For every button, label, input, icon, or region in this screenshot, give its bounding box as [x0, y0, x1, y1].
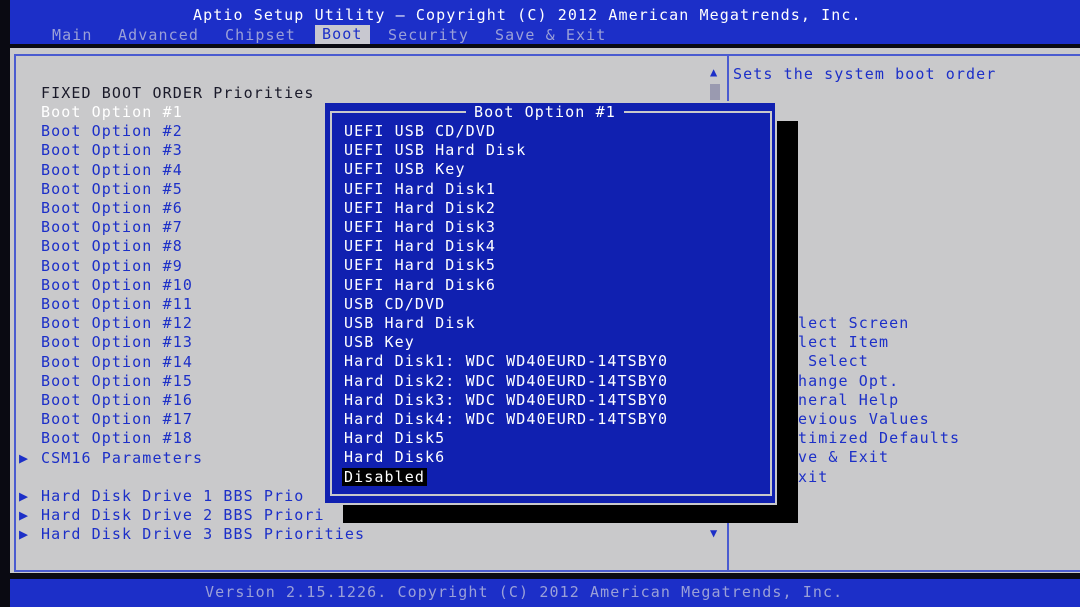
- boot-option-14[interactable]: Boot Option #14: [41, 353, 193, 371]
- boot-option-3[interactable]: Boot Option #3: [41, 141, 183, 159]
- boot-option-2[interactable]: Boot Option #2: [41, 122, 183, 140]
- popup-option[interactable]: USB Hard Disk: [344, 314, 476, 332]
- key-help-line: Select: [798, 352, 869, 371]
- popup-option[interactable]: USB CD/DVD: [344, 295, 445, 313]
- boot-option-12[interactable]: Boot Option #12: [41, 314, 193, 332]
- section-heading: FIXED BOOT ORDER Priorities: [41, 84, 315, 102]
- panel-border-bottom: [14, 570, 1080, 572]
- boot-option-18[interactable]: Boot Option #18: [41, 429, 193, 447]
- hdd2-bbs-priorities[interactable]: Hard Disk Drive 2 BBS Priori: [41, 506, 325, 524]
- popup-option[interactable]: Hard Disk2: WDC WD40EURD-14TSBY0: [344, 372, 668, 390]
- popup-option[interactable]: Hard Disk5: [344, 429, 445, 447]
- scroll-down-icon[interactable]: ▼: [710, 526, 718, 540]
- boot-option-1[interactable]: Boot Option #1: [41, 103, 183, 121]
- boot-option-7[interactable]: Boot Option #7: [41, 218, 183, 236]
- boot-option-16[interactable]: Boot Option #16: [41, 391, 193, 409]
- submenu-arrow-icon: ▶: [19, 487, 30, 505]
- scrollbar-thumb[interactable]: [710, 84, 720, 100]
- tab-save-exit[interactable]: Save & Exit: [495, 26, 606, 44]
- csm16-parameters[interactable]: CSM16 Parameters: [41, 449, 203, 467]
- submenu-arrow-icon: ▶: [19, 525, 30, 543]
- boot-option-8[interactable]: Boot Option #8: [41, 237, 183, 255]
- key-help-line: lect Screen: [798, 314, 910, 332]
- help-text: Sets the system boot order: [733, 65, 997, 83]
- boot-option-4[interactable]: Boot Option #4: [41, 161, 183, 179]
- popup-option[interactable]: Hard Disk3: WDC WD40EURD-14TSBY0: [344, 391, 668, 409]
- tab-main[interactable]: Main: [52, 26, 93, 44]
- boot-option-15[interactable]: Boot Option #15: [41, 372, 193, 390]
- popup-option[interactable]: UEFI USB Hard Disk: [344, 141, 526, 159]
- popup-option[interactable]: Hard Disk1: WDC WD40EURD-14TSBY0: [344, 352, 668, 370]
- boot-option-11[interactable]: Boot Option #11: [41, 295, 193, 313]
- boot-option-13[interactable]: Boot Option #13: [41, 333, 193, 351]
- popup-option[interactable]: UEFI USB Key: [344, 160, 466, 178]
- key-help-line: xit: [798, 467, 829, 486]
- footer-version: Version 2.15.1226. Copyright (C) 2012 Am…: [205, 583, 844, 601]
- app-title: Aptio Setup Utility – Copyright (C) 2012…: [193, 6, 862, 24]
- boot-option-17[interactable]: Boot Option #17: [41, 410, 193, 428]
- hdd1-bbs-priorities[interactable]: Hard Disk Drive 1 BBS Prio: [41, 487, 304, 505]
- popup-option[interactable]: Hard Disk4: WDC WD40EURD-14TSBY0: [344, 410, 668, 428]
- panel-border-left: [14, 54, 16, 572]
- boot-option-9[interactable]: Boot Option #9: [41, 257, 183, 275]
- popup-option[interactable]: UEFI Hard Disk4: [344, 237, 496, 255]
- key-help-line: timized Defaults: [798, 429, 961, 448]
- popup-option[interactable]: UEFI Hard Disk6: [344, 276, 496, 294]
- hdd3-bbs-priorities[interactable]: Hard Disk Drive 3 BBS Priorities: [41, 525, 365, 543]
- key-help-line: hange Opt.: [798, 371, 900, 390]
- popup-option[interactable]: UEFI Hard Disk3: [344, 218, 496, 236]
- scroll-up-icon[interactable]: ▲: [710, 65, 718, 79]
- key-help-line: lect Item: [798, 333, 890, 352]
- key-help-line: ve & Exit: [798, 448, 890, 467]
- submenu-arrow-icon: ▶: [19, 506, 30, 524]
- popup-option[interactable]: UEFI Hard Disk2: [344, 199, 496, 217]
- tab-security[interactable]: Security: [388, 26, 469, 44]
- popup-option[interactable]: UEFI Hard Disk1: [344, 180, 496, 198]
- tab-chipset[interactable]: Chipset: [225, 26, 296, 44]
- panel-border-top: [14, 54, 1080, 56]
- boot-option-5[interactable]: Boot Option #5: [41, 180, 183, 198]
- key-help-line: neral Help: [798, 390, 900, 409]
- tab-advanced[interactable]: Advanced: [118, 26, 199, 44]
- popup-option[interactable]: UEFI Hard Disk5: [344, 256, 496, 274]
- popup-option[interactable]: Hard Disk6: [344, 448, 445, 466]
- boot-option-10[interactable]: Boot Option #10: [41, 276, 193, 294]
- popup-option[interactable]: UEFI USB CD/DVD: [344, 122, 496, 140]
- submenu-arrow-icon: ▶: [19, 449, 30, 467]
- boot-option-6[interactable]: Boot Option #6: [41, 199, 183, 217]
- tab-boot[interactable]: Boot: [315, 25, 370, 44]
- popup-option[interactable]: USB Key: [344, 333, 415, 351]
- popup-option[interactable]: Disabled: [342, 467, 428, 486]
- key-help-line: evious Values: [798, 410, 930, 428]
- popup-title: Boot Option #1: [466, 103, 624, 121]
